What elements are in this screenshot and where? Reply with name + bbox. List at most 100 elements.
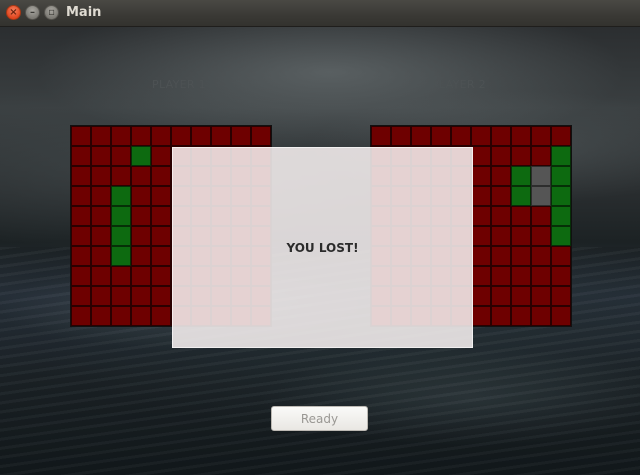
board-cell-empty xyxy=(131,166,151,186)
board-cell-empty[interactable] xyxy=(511,266,531,286)
close-button[interactable]: × xyxy=(6,5,21,20)
board-cell-empty[interactable] xyxy=(531,126,551,146)
board-cell-empty[interactable] xyxy=(511,126,531,146)
board-cell-empty[interactable] xyxy=(491,266,511,286)
board-cell-empty[interactable] xyxy=(551,266,571,286)
player-2-label: PLAYER 2 xyxy=(432,78,486,91)
board-cell-empty[interactable] xyxy=(531,226,551,246)
board-cell-ship[interactable] xyxy=(551,226,571,246)
board-cell-empty[interactable] xyxy=(491,226,511,246)
board-cell-empty xyxy=(91,186,111,206)
board-cell-empty[interactable] xyxy=(551,246,571,266)
board-cell-empty[interactable] xyxy=(431,126,451,146)
board-cell-empty[interactable] xyxy=(411,126,431,146)
board-cell-empty xyxy=(191,126,211,146)
board-cell-empty xyxy=(111,286,131,306)
board-cell-ship[interactable] xyxy=(511,166,531,186)
game-over-dialog: YOU LOST! xyxy=(172,147,473,348)
board-cell-empty xyxy=(71,186,91,206)
board-cell-empty xyxy=(71,246,91,266)
board-cell-empty xyxy=(71,126,91,146)
ready-button[interactable]: Ready xyxy=(271,406,368,431)
board-cell-hit[interactable] xyxy=(531,166,551,186)
board-cell-empty[interactable] xyxy=(471,126,491,146)
board-cell-ship xyxy=(111,246,131,266)
board-cell-empty[interactable] xyxy=(371,126,391,146)
board-cell-empty[interactable] xyxy=(491,126,511,146)
board-cell-empty[interactable] xyxy=(511,146,531,166)
board-cell-ship[interactable] xyxy=(551,186,571,206)
board-cell-empty xyxy=(71,226,91,246)
board-cell-ship xyxy=(111,186,131,206)
board-cell-empty[interactable] xyxy=(511,246,531,266)
main-window: × – ▫ Main PLAYER 1 PLAYER 2 YOU LOST! R… xyxy=(0,0,640,475)
board-cell-empty xyxy=(91,146,111,166)
board-cell-empty xyxy=(71,286,91,306)
board-cell-empty xyxy=(131,266,151,286)
board-cell-empty[interactable] xyxy=(511,206,531,226)
board-cell-empty[interactable] xyxy=(471,266,491,286)
game-over-message: YOU LOST! xyxy=(286,240,359,255)
board-cell-ship xyxy=(111,226,131,246)
board-cell-empty[interactable] xyxy=(551,286,571,306)
board-cell-ship[interactable] xyxy=(551,166,571,186)
board-cell-empty[interactable] xyxy=(531,206,551,226)
board-cell-empty xyxy=(91,306,111,326)
board-cell-empty[interactable] xyxy=(471,146,491,166)
board-cell-empty xyxy=(111,266,131,286)
board-cell-empty[interactable] xyxy=(531,146,551,166)
board-cell-ship xyxy=(111,206,131,226)
board-cell-empty xyxy=(111,306,131,326)
board-cell-empty[interactable] xyxy=(491,306,511,326)
board-cell-empty[interactable] xyxy=(531,306,551,326)
board-cell-empty xyxy=(91,226,111,246)
board-cell-empty[interactable] xyxy=(551,126,571,146)
board-cell-empty[interactable] xyxy=(491,246,511,266)
board-cell-empty[interactable] xyxy=(471,166,491,186)
board-cell-empty[interactable] xyxy=(491,166,511,186)
board-cell-empty xyxy=(151,306,171,326)
board-cell-empty[interactable] xyxy=(511,286,531,306)
minimize-button[interactable]: – xyxy=(25,5,40,20)
board-cell-empty[interactable] xyxy=(471,246,491,266)
board-cell-empty xyxy=(151,166,171,186)
board-cell-empty[interactable] xyxy=(531,286,551,306)
board-cell-empty xyxy=(131,306,151,326)
board-cell-empty xyxy=(171,126,191,146)
board-cell-empty[interactable] xyxy=(491,186,511,206)
title-bar: × – ▫ Main xyxy=(0,0,640,27)
board-cell-empty xyxy=(151,186,171,206)
board-cell-empty xyxy=(151,206,171,226)
board-cell-empty[interactable] xyxy=(471,306,491,326)
board-cell-empty xyxy=(71,206,91,226)
board-cell-empty[interactable] xyxy=(511,226,531,246)
board-cell-empty xyxy=(151,266,171,286)
board-cell-ship[interactable] xyxy=(551,146,571,166)
board-cell-empty xyxy=(71,146,91,166)
board-cell-empty[interactable] xyxy=(471,286,491,306)
board-cell-empty[interactable] xyxy=(531,246,551,266)
board-cell-empty[interactable] xyxy=(471,206,491,226)
board-cell-empty[interactable] xyxy=(391,126,411,146)
board-cell-empty[interactable] xyxy=(511,306,531,326)
maximize-button[interactable]: ▫ xyxy=(44,5,59,20)
board-cell-empty[interactable] xyxy=(451,126,471,146)
board-cell-empty xyxy=(111,126,131,146)
board-cell-empty[interactable] xyxy=(491,146,511,166)
board-cell-empty[interactable] xyxy=(531,266,551,286)
board-cell-empty xyxy=(131,126,151,146)
board-cell-empty xyxy=(151,226,171,246)
board-cell-empty xyxy=(211,126,231,146)
board-cell-empty[interactable] xyxy=(551,306,571,326)
board-cell-empty[interactable] xyxy=(471,226,491,246)
board-cell-hit[interactable] xyxy=(531,186,551,206)
board-cell-ship[interactable] xyxy=(551,206,571,226)
board-cell-empty[interactable] xyxy=(491,286,511,306)
board-cell-empty[interactable] xyxy=(471,186,491,206)
board-cell-empty xyxy=(131,226,151,246)
board-cell-empty[interactable] xyxy=(491,206,511,226)
board-cell-empty xyxy=(111,146,131,166)
board-cell-ship[interactable] xyxy=(511,186,531,206)
board-cell-empty xyxy=(131,246,151,266)
board-cell-empty xyxy=(91,286,111,306)
